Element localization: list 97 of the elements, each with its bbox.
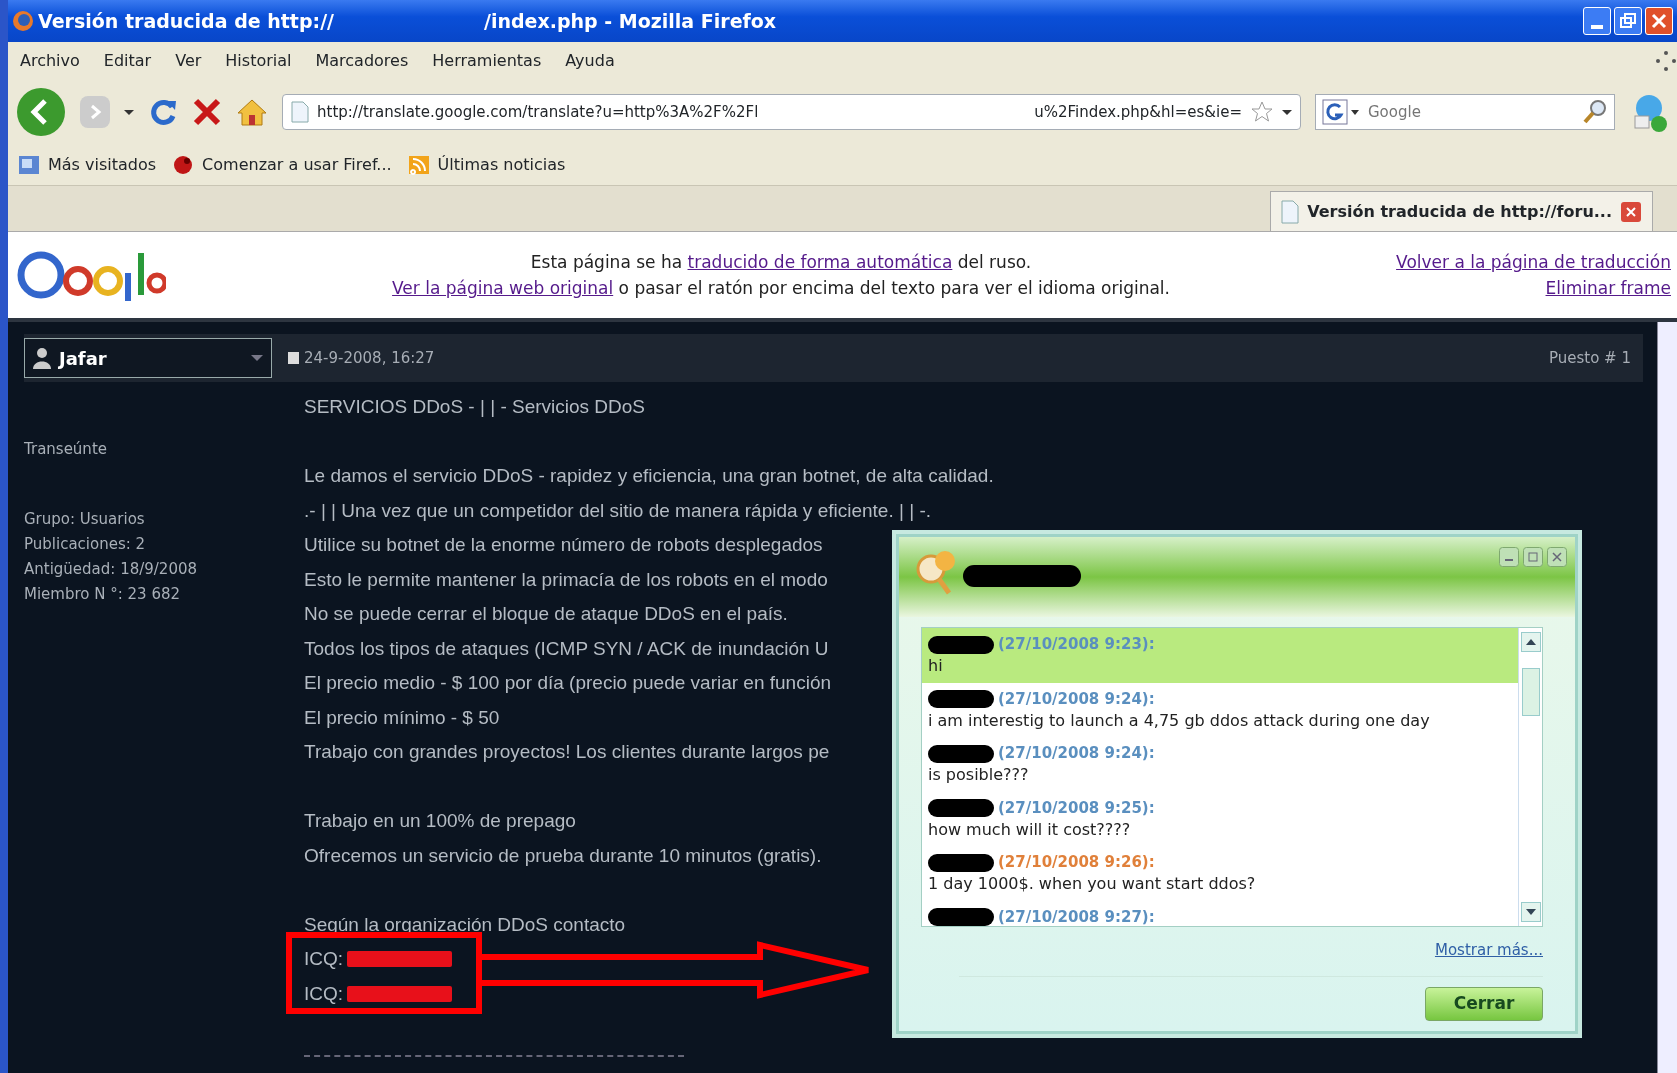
contact-label: ICQ: <box>304 947 344 971</box>
chat-message[interactable]: (27/10/2008 9:23): hi <box>922 628 1518 683</box>
post-icon <box>288 351 300 365</box>
message-text: how much will it cost???? <box>928 818 1132 840</box>
message-text: is posible??? <box>928 764 1030 785</box>
post-line: Le damos el servicio DDoS - rapidez y eficiencia, una gran botnet, de alta calidad. <box>304 464 994 488</box>
home-icon[interactable] <box>236 97 268 127</box>
browser-tab[interactable]: Versión traducida de http://foru... <box>1270 191 1653 231</box>
menu-item[interactable]: Marcadores <box>315 49 409 73</box>
translation-notice: Esta página se ha traducido de forma automática del ruso. <box>529 251 1033 274</box>
menu-item[interactable]: Historial <box>225 49 292 73</box>
menu-item[interactable]: Ver <box>175 49 202 73</box>
chat-message[interactable]: (27/10/2008 9:26): 1 day 1000$. when you want start ddos? <box>922 846 1518 901</box>
post-line: Esto le permite mantener la primacía de los robots en el modo <box>304 567 828 592</box>
minimize-button[interactable] <box>1499 547 1519 567</box>
message-time: (27/10/2008 9:24): <box>998 743 1155 764</box>
post-line: El precio mínimo - $ 50 <box>304 705 500 730</box>
menu-item[interactable]: Editar <box>103 49 152 73</box>
message-time: (27/10/2008 9:23): <box>998 634 1155 655</box>
redaction-mark <box>928 852 994 873</box>
message-text: 1 day 1000$. when you want start ddos? <box>928 873 1257 894</box>
redaction-mark <box>928 689 994 709</box>
bookmark-item[interactable]: Últimas noticias <box>437 152 566 177</box>
user-detail: Publicaciones: 2 <box>24 533 147 555</box>
redaction-mark <box>928 743 994 764</box>
scrollbar-thumb[interactable] <box>1521 668 1540 716</box>
window-title: /index.php - Mozilla Firefox <box>484 8 777 34</box>
loading-icon <box>1655 50 1677 72</box>
star-icon[interactable] <box>1250 100 1274 124</box>
page-icon <box>291 101 309 123</box>
url-text: u%2Findex.php&hl=es&ie= <box>1034 101 1242 123</box>
message-text: i am interestig to launch a 4,75 gb ddos attack during one day <box>928 709 1431 731</box>
redaction-mark <box>928 798 994 818</box>
contact-label: ICQ: <box>304 981 344 1006</box>
search-field[interactable]: Google <box>1315 94 1615 130</box>
original-page-link[interactable]: Ver la página web original <box>392 278 614 298</box>
translation-link[interactable]: Volver a la página de traducción <box>1396 252 1671 272</box>
translation-notice: Ver la página web original o pasar el ratón por encima del texto para ver el idioma original. <box>391 277 1171 300</box>
user-detail: Miembro N °: 23 682 <box>24 583 182 605</box>
post-line: Trabajo con grandes proyectos! Los clientes durante largos pe <box>304 740 830 764</box>
message-text: hi <box>928 655 944 676</box>
dropdown-icon[interactable] <box>1282 107 1292 117</box>
redaction-mark <box>928 907 994 926</box>
creature-icon <box>172 153 195 176</box>
user-detail: Antigüedad: 18/9/2008 <box>24 558 199 580</box>
post-line: Utilice su botnet de la enorme número de robots desplegados <box>304 533 823 557</box>
chat-message[interactable]: (27/10/2008 9:24): is posible??? <box>922 737 1518 792</box>
dropdown-icon <box>251 353 263 363</box>
scroll-down-button[interactable] <box>1520 902 1541 922</box>
message-time: (27/10/2008 9:24): <box>998 688 1155 710</box>
chat-message[interactable]: (27/10/2008 9:24): i am interestig to launch a 4,75 gb ddos attack during one day <box>922 682 1518 737</box>
chat-message[interactable]: (27/10/2008 9:25): how much will it cost???? <box>922 791 1518 846</box>
google-icon[interactable] <box>1322 98 1360 126</box>
dropdown-icon[interactable] <box>124 107 134 117</box>
scroll-up-button[interactable] <box>1520 632 1541 652</box>
close-icon[interactable] <box>1620 200 1642 223</box>
author-dropdown[interactable]: Jafar <box>24 338 272 378</box>
translation-link[interactable]: traducido de forma automática <box>687 252 953 272</box>
menu-item[interactable]: Herramientas <box>432 49 542 73</box>
post-line: Todos los tipos de ataques (ICMP SYN / ACK de inundación U <box>304 636 829 661</box>
post-number: Puesto # 1 <box>1548 347 1631 369</box>
post-line: .- | | Una vez que un competidor del sitio de manera rápida y eficiente. | | -. <box>304 498 931 523</box>
reload-icon[interactable] <box>148 97 178 127</box>
redaction-mark <box>928 634 994 655</box>
translation-link[interactable]: Eliminar frame <box>1545 278 1671 298</box>
post-line: No se puede cerrar el bloque de ataque DDoS en el país. <box>304 602 788 626</box>
show-more-link[interactable]: Mostrar más... <box>1434 941 1543 959</box>
menu-item[interactable]: Archivo <box>20 49 80 73</box>
minimize-icon <box>1591 25 1603 29</box>
user-detail: Grupo: Usuarios <box>24 508 146 530</box>
back-button[interactable] <box>16 87 66 137</box>
close-button[interactable] <box>1547 547 1567 567</box>
address-bar[interactable]: http://translate.google.com/translate?u=http%3A%2F%2Fl u%2Findex.php&hl=es&ie= <box>282 94 1301 130</box>
post-line: El precio medio - $ 100 por día (precio puede variar en función <box>304 671 832 695</box>
close-button[interactable]: Cerrar <box>1425 986 1543 1021</box>
stop-icon[interactable] <box>192 97 222 127</box>
user-rank: Transeúnte <box>24 439 108 460</box>
url-text: http://translate.google.com/translate?u=http%3A%2F%2Fl <box>317 101 759 123</box>
page-icon <box>1281 199 1300 224</box>
tab-title: Versión traducida de http://foru... <box>1307 200 1612 223</box>
post-line: SERVICIOS DDoS - | | - Servicios DDoS <box>304 395 646 419</box>
rss-icon <box>407 153 430 176</box>
post-line: Ofrecemos un servicio de prueba durante 10 minutos (gratis). <box>304 843 822 868</box>
search-icon[interactable] <box>1582 99 1608 125</box>
message-time: (27/10/2008 9:27): <box>998 906 1155 926</box>
bookmark-folder-icon <box>18 153 40 176</box>
post-date: 24-9-2008, 16:27 <box>304 347 435 369</box>
bookmark-item[interactable]: Comenzar a usar Firef... <box>202 152 392 177</box>
message-time: (27/10/2008 9:25): <box>998 797 1155 819</box>
user-icon <box>33 347 51 369</box>
scrollbar[interactable] <box>1657 322 1677 1073</box>
menu-item[interactable]: Ayuda <box>565 49 615 73</box>
message-time: (27/10/2008 9:26): <box>998 852 1155 873</box>
window-title: Versión traducida de http:// <box>38 8 335 34</box>
firefox-icon <box>12 10 34 32</box>
post-line: Trabajo en un 100% de prepago <box>304 809 576 833</box>
bookmark-item[interactable]: Más visitados <box>48 152 157 177</box>
